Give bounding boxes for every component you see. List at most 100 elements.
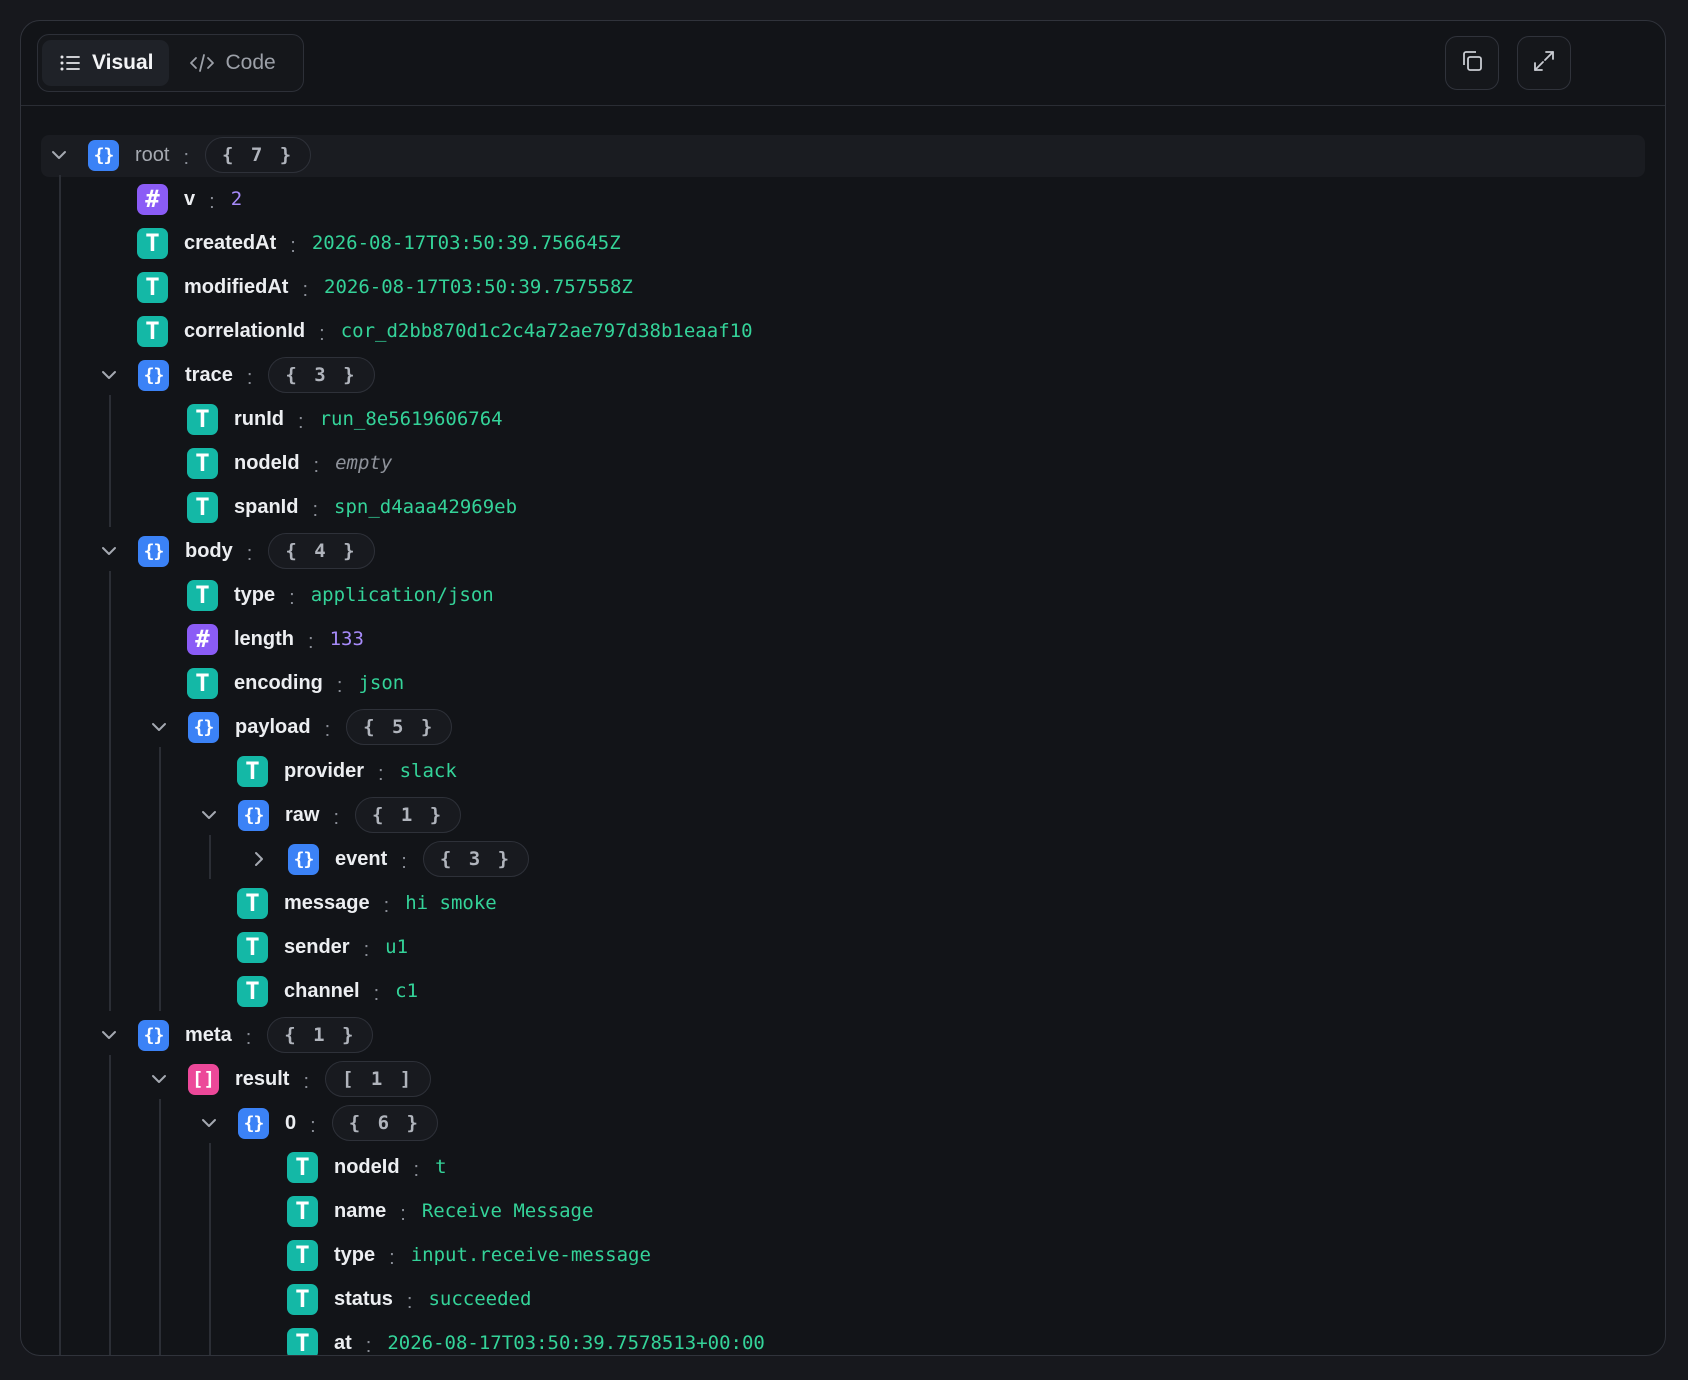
chevron-down-icon[interactable] bbox=[48, 144, 70, 166]
tree-value: cor_d2bb870d1c2c4a72ae797d38b1eaaf10 bbox=[340, 320, 753, 342]
key-separator: : bbox=[389, 1246, 395, 1269]
tree-value: 2026-08-17T03:50:39.756645Z bbox=[311, 232, 621, 254]
chevron-right-icon[interactable] bbox=[248, 848, 270, 870]
string-type-icon: T bbox=[237, 887, 268, 919]
object-type-icon: {} bbox=[288, 843, 319, 875]
chevron-down-icon[interactable] bbox=[198, 1112, 220, 1134]
tree-value: application/json bbox=[310, 584, 494, 606]
tree-row-type: Ttype: application/json bbox=[187, 575, 494, 615]
tree-key: status bbox=[334, 1287, 393, 1310]
tree-value: spn_d4aaa42969eb bbox=[334, 496, 518, 518]
chevron-down-icon[interactable] bbox=[198, 804, 220, 826]
tree-row-0[interactable]: {} 0: { 6 } bbox=[198, 1103, 438, 1143]
tree-key: trace bbox=[185, 363, 233, 386]
key-separator: : bbox=[246, 366, 253, 389]
string-type-icon: T bbox=[137, 271, 168, 303]
chevron-down-icon[interactable] bbox=[148, 716, 170, 738]
string-type-icon: T bbox=[287, 1239, 318, 1271]
tree-row-meta[interactable]: {} meta: { 1 } bbox=[98, 1015, 374, 1055]
key-separator: : bbox=[313, 454, 320, 477]
tree-key: v bbox=[184, 187, 196, 210]
key-separator: : bbox=[406, 1290, 413, 1313]
child-count-pill[interactable]: { 1 } bbox=[267, 1017, 374, 1053]
key-separator: : bbox=[302, 278, 308, 301]
tree-row-payload[interactable]: {} payload: { 5 } bbox=[148, 707, 453, 747]
string-type-icon: T bbox=[287, 1151, 318, 1183]
key-separator: : bbox=[298, 410, 304, 433]
tab-code[interactable]: Code bbox=[173, 40, 291, 86]
tree-value: empty bbox=[335, 452, 393, 474]
child-count-pill[interactable]: { 7 } bbox=[205, 137, 312, 173]
tree-key: name bbox=[334, 1199, 387, 1222]
tree-row-encoding: Tencoding: json bbox=[187, 663, 404, 703]
tree-row-nodeId: TnodeId: t bbox=[287, 1147, 447, 1187]
tree-value: hi smoke bbox=[405, 892, 497, 914]
view-tabs: Visual Code bbox=[37, 34, 304, 92]
tree-key: 0 bbox=[285, 1111, 297, 1134]
key-separator: : bbox=[319, 322, 325, 345]
tree-key: at bbox=[334, 1331, 352, 1354]
child-count-pill[interactable]: { 3 } bbox=[268, 357, 375, 393]
child-count-pill[interactable]: { 3 } bbox=[422, 841, 530, 877]
string-type-icon: T bbox=[187, 667, 218, 699]
key-separator: : bbox=[289, 586, 295, 609]
chevron-down-icon[interactable] bbox=[148, 1068, 170, 1090]
string-type-icon: T bbox=[287, 1327, 318, 1355]
tree-guide-line bbox=[59, 175, 61, 1355]
chevron-down-icon[interactable] bbox=[98, 540, 120, 562]
tree-value: succeeded bbox=[428, 1288, 532, 1310]
chevron-down-icon[interactable] bbox=[98, 364, 120, 386]
tree-row-modifiedAt: TmodifiedAt:2026-08-17T03:50:39.757558Z bbox=[137, 267, 633, 307]
key-separator: : bbox=[290, 234, 296, 257]
expand-button[interactable] bbox=[1517, 36, 1571, 90]
tree-row-spanId: TspanId: spn_d4aaa42969eb bbox=[187, 487, 517, 527]
tree-key: root bbox=[135, 143, 170, 166]
tree-row-channel: Tchannel: c1 bbox=[237, 971, 418, 1011]
tree-key: spanId bbox=[234, 495, 299, 518]
tab-visual-label: Visual bbox=[92, 51, 154, 74]
tree-row-result[interactable]: [] result: [ 1 ] bbox=[148, 1059, 432, 1099]
tree-row-event[interactable]: {} event: { 3 } bbox=[248, 839, 530, 879]
key-separator: : bbox=[308, 630, 314, 653]
child-count-pill[interactable]: [ 1 ] bbox=[325, 1061, 432, 1097]
tree-row-trace[interactable]: {} trace: { 3 } bbox=[98, 355, 375, 395]
string-type-icon: T bbox=[237, 975, 268, 1007]
tree-key: message bbox=[284, 891, 370, 914]
tree-row-createdAt: TcreatedAt:2026-08-17T03:50:39.756645Z bbox=[137, 223, 621, 263]
child-count-pill[interactable]: { 6 } bbox=[331, 1105, 438, 1141]
tree-key: meta bbox=[185, 1023, 232, 1046]
key-separator: : bbox=[383, 894, 390, 917]
copy-button[interactable] bbox=[1445, 36, 1499, 90]
tree-guide-line bbox=[159, 1099, 161, 1355]
tree-row-at: Tat:2026-08-17T03:50:39.7578513+00:00 bbox=[287, 1323, 765, 1355]
tree-row-length: # length:133 bbox=[187, 619, 364, 659]
tree-key: provider bbox=[284, 759, 365, 782]
child-count-pill[interactable]: { 5 } bbox=[346, 709, 453, 745]
number-type-icon: # bbox=[187, 623, 218, 655]
tree-key: type bbox=[334, 1243, 376, 1266]
tree-row-body[interactable]: {} body: { 4 } bbox=[98, 531, 375, 571]
tree-guide-line bbox=[109, 395, 111, 527]
tree-row-v: # v:2 bbox=[137, 179, 242, 219]
tree-key: result bbox=[235, 1067, 290, 1090]
tree-value: input.receive-message bbox=[410, 1244, 651, 1266]
key-separator: : bbox=[373, 982, 380, 1005]
tree-guide-line bbox=[159, 747, 161, 1011]
key-separator: : bbox=[303, 1070, 310, 1093]
tree-row-root[interactable]: {} root: { 7 } bbox=[48, 135, 312, 175]
tree-key: modifiedAt bbox=[184, 275, 289, 298]
key-separator: : bbox=[246, 542, 253, 565]
child-count-pill[interactable]: { 4 } bbox=[268, 533, 375, 569]
tree-row-raw[interactable]: {} raw: { 1 } bbox=[198, 795, 462, 835]
tree-key: nodeId bbox=[234, 451, 300, 474]
chevron-down-icon[interactable] bbox=[98, 1024, 120, 1046]
tree-value: 2026-08-17T03:50:39.7578513+00:00 bbox=[387, 1332, 765, 1354]
tab-visual[interactable]: Visual bbox=[42, 40, 170, 86]
tree-row-type: Ttype: input.receive-message bbox=[287, 1235, 651, 1275]
tree-row-runId: TrunId: run_8e5619606764 bbox=[187, 399, 503, 439]
child-count-pill[interactable]: { 1 } bbox=[355, 797, 462, 833]
key-separator: : bbox=[333, 806, 340, 829]
array-type-icon: [] bbox=[188, 1063, 219, 1095]
tree-value: Receive Message bbox=[421, 1200, 594, 1222]
tree-row-name: Tname: Receive Message bbox=[287, 1191, 593, 1231]
